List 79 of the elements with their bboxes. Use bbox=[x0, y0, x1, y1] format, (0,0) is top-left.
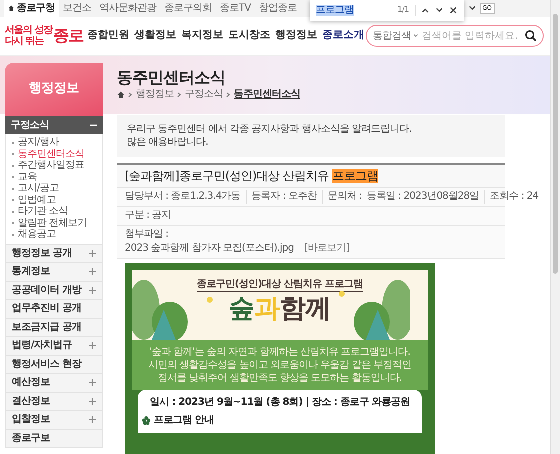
page-title: 동주민센터소식 bbox=[117, 68, 226, 88]
sidebar-item[interactable]: 고시/공고 bbox=[12, 183, 96, 194]
breadcrumb-link[interactable]: 구정소식 bbox=[185, 88, 223, 102]
search-scope-dropdown[interactable]: 통합검색 bbox=[373, 30, 419, 42]
attachment-label: 첨부파일 : bbox=[125, 228, 170, 242]
sidebar-item[interactable]: 채용공고 bbox=[12, 229, 96, 240]
sidebar-item[interactable]: 입법예고 bbox=[12, 194, 96, 206]
nav-link[interactable]: 종로소개 bbox=[322, 29, 364, 43]
sidebar-section[interactable]: 결산정보 bbox=[5, 392, 103, 411]
plus-icon bbox=[89, 416, 96, 424]
sidebar-section[interactable]: 종로구보 bbox=[5, 430, 103, 448]
chevron-right-icon bbox=[128, 92, 133, 98]
sidebar-section[interactable]: 예산정보 bbox=[5, 374, 103, 392]
plus-icon bbox=[89, 342, 96, 350]
site-link[interactable]: 보건소 bbox=[59, 0, 96, 17]
sidebar-item[interactable]: 타기관 소식 bbox=[12, 206, 96, 218]
plus-icon bbox=[89, 286, 96, 294]
flower-icon bbox=[142, 416, 151, 425]
post-meta: 문의처 : bbox=[322, 190, 368, 204]
nav-link[interactable]: 도시창조 bbox=[228, 29, 270, 43]
search-icon[interactable] bbox=[525, 30, 537, 42]
caret-icon bbox=[413, 33, 419, 39]
preview-link[interactable]: [바로보기] bbox=[304, 243, 350, 254]
search-input[interactable]: 검색어를 입력하세요. bbox=[422, 30, 522, 42]
sidebar-section[interactable]: 공공데이터 개방 bbox=[5, 282, 103, 300]
chevron-right-icon bbox=[177, 92, 182, 98]
poster-title: 숲과함께 bbox=[229, 293, 331, 326]
nav-link[interactable]: 복지정보 bbox=[181, 29, 224, 43]
breadcrumb-link[interactable]: 동주민센터소식 bbox=[234, 88, 300, 102]
post-meta: 조회수 : 24 bbox=[484, 190, 544, 204]
previous-button[interactable] bbox=[421, 6, 430, 15]
find-field[interactable]: 프로그램 bbox=[316, 4, 393, 17]
sidebar-title: 행정정보 bbox=[5, 63, 103, 116]
chevron-down-icon[interactable] bbox=[468, 4, 477, 13]
sidebar-item[interactable]: 알림판 전체보기 bbox=[12, 218, 96, 229]
site-link[interactable]: 종로TV bbox=[216, 0, 255, 17]
sidebar-section[interactable]: 구정소식 bbox=[5, 116, 103, 134]
plus-icon bbox=[89, 398, 96, 405]
sidebar-item[interactable]: 교육 bbox=[12, 172, 96, 183]
sidebar-section[interactable]: 업무추진비 공개 bbox=[5, 300, 103, 318]
match-count: 1/1 bbox=[398, 5, 416, 16]
site-link[interactable]: 종로구의회 bbox=[160, 0, 216, 17]
poster-description: '숲과 함께'는 숲의 자연과 함께하는 산림치유 프로그램입니다. 시민의 생활감수성을 높이고 외로움이나 우울감 같은 부정적인 정서를 낮춰주어 생활만족도 향상을 도모하는 활동입니다. bbox=[147, 346, 413, 385]
next-button[interactable] bbox=[435, 6, 444, 15]
close-button[interactable] bbox=[449, 6, 458, 15]
sidebar-section[interactable]: 행정서비스 현장 bbox=[5, 356, 103, 374]
home-icon[interactable] bbox=[117, 91, 125, 99]
poster-details: 일시 : 2023년 9월~11월 (총 8회) | 장소 : 종로구 와룡공원 bbox=[149, 396, 411, 409]
plus-icon bbox=[89, 250, 96, 257]
sidebar-item[interactable]: 동주민센터소식 bbox=[12, 148, 96, 160]
nav-link[interactable]: 생활정보 bbox=[134, 29, 176, 43]
poster-heading: 종로구민(성인)대상 산림치유 프로그램 bbox=[196, 278, 364, 292]
post-meta: 등록자 : 오주찬 bbox=[246, 190, 322, 204]
sidebar-item[interactable]: 주간행사일정표 bbox=[12, 160, 96, 172]
site-link[interactable]: 종로구청 bbox=[4, 0, 59, 17]
sidebar-section[interactable]: 법령/자치법규 bbox=[5, 337, 103, 356]
sidebar-section[interactable]: 행정정보 공개 bbox=[5, 244, 103, 263]
attachment-link[interactable]: 2023 숲과함께 참가자 모집(포스터).jpg bbox=[125, 243, 294, 254]
chevron-right-icon bbox=[226, 92, 231, 98]
post-category: 구분 : 공지 bbox=[125, 210, 172, 221]
plus-icon bbox=[89, 268, 96, 276]
notice-text: 우리구 동주민센터 에서 각종 공지사항과 행사소식을 알려드립니다. 많은 애용바랍니다. bbox=[117, 115, 505, 157]
nav-link[interactable]: 종합민원 bbox=[87, 29, 130, 43]
scrollbar[interactable] bbox=[550, 0, 560, 454]
search-bar[interactable]: 통합검색 검색어를 입력하세요. bbox=[366, 25, 544, 47]
home-icon bbox=[8, 5, 15, 12]
sidebar-section[interactable]: 통계정보 bbox=[5, 263, 103, 282]
sidebar-section[interactable]: 입찰정보 bbox=[5, 411, 103, 430]
post-meta: 담당부서 : 종로1.2.3.4가동 bbox=[125, 190, 242, 204]
sidebar-item[interactable]: 공지/행사 bbox=[12, 137, 96, 148]
plus-icon bbox=[89, 379, 96, 386]
poster-section-title: 프로그램 안내 bbox=[154, 414, 214, 427]
site-link[interactable]: 역사문화관광 bbox=[96, 0, 160, 17]
breadcrumb-link[interactable]: 행정정보 bbox=[136, 88, 174, 102]
post-title: [숲과함께]종로구민(성인)대상 산림치유 프로그램 bbox=[117, 165, 505, 188]
post-meta: 등록일 : 2023년08월28일 bbox=[367, 190, 480, 204]
site-link[interactable]: 창업종로 bbox=[254, 0, 301, 17]
nav-link[interactable]: 행정정보 bbox=[275, 29, 318, 43]
sidebar-section[interactable]: 보조금지급 공개 bbox=[5, 318, 103, 337]
